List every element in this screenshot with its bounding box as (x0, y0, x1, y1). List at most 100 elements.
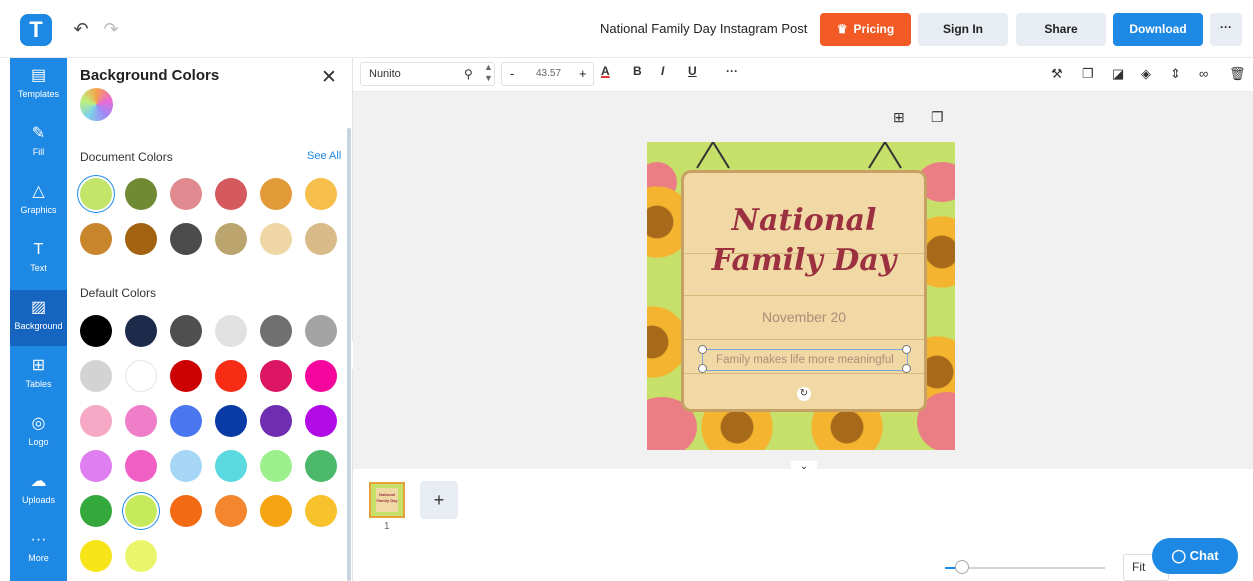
color-swatch[interactable] (215, 315, 247, 347)
color-swatch[interactable] (260, 178, 292, 210)
font-family-select[interactable]: Nunito ⚲ ▲ ▼ (360, 62, 495, 86)
color-swatch[interactable] (125, 450, 157, 482)
increase-size-button[interactable]: + (579, 66, 587, 81)
see-all-link[interactable]: See All (307, 150, 341, 162)
layer-icon[interactable]: ◪ (1112, 66, 1124, 82)
chat-button[interactable]: ◯ Chat (1152, 538, 1238, 574)
color-swatch[interactable] (260, 405, 292, 437)
sidebar-item-text[interactable]: T Text (10, 232, 67, 288)
align-icon[interactable]: ⇕ (1170, 66, 1181, 82)
rotate-icon[interactable]: ↻ (797, 387, 811, 401)
sidebar-item-fill[interactable]: ✎ Fill (10, 116, 67, 172)
more-text-options-button[interactable]: ··· (726, 64, 738, 78)
post-tagline[interactable]: Family makes life more meaningful (703, 350, 907, 370)
text-color-button[interactable]: A (601, 64, 610, 78)
trash-icon[interactable]: 🗑 (1229, 66, 1246, 82)
color-swatch[interactable] (125, 178, 157, 210)
color-swatch[interactable] (170, 178, 202, 210)
download-button[interactable]: Download (1113, 13, 1203, 46)
color-swatch[interactable] (80, 450, 112, 482)
gradient-color-picker[interactable] (80, 88, 113, 121)
color-swatch[interactable] (170, 495, 202, 527)
color-swatch[interactable] (125, 495, 157, 527)
color-swatch[interactable] (305, 450, 337, 482)
color-swatch[interactable] (80, 223, 112, 255)
app-logo[interactable]: T (20, 14, 52, 46)
page-thumbnail[interactable]: National Family Day (369, 482, 405, 518)
color-swatch[interactable] (305, 360, 337, 392)
resize-handle[interactable] (698, 364, 707, 373)
bold-button[interactable]: B (633, 64, 642, 78)
undo-icon[interactable]: ↶ (70, 18, 92, 40)
zoom-slider-handle[interactable] (955, 560, 969, 574)
color-swatch[interactable] (260, 223, 292, 255)
color-swatch[interactable] (215, 360, 247, 392)
resize-handle[interactable] (698, 345, 707, 354)
color-swatch[interactable] (125, 360, 157, 392)
font-size-value[interactable]: 43.57 (536, 68, 561, 79)
more-options-button[interactable]: ··· (1210, 13, 1242, 46)
add-element-icon[interactable]: ⊞ (893, 109, 905, 126)
color-swatch[interactable] (170, 405, 202, 437)
zoom-slider-track[interactable] (945, 567, 1105, 569)
post-title[interactable]: National Family Day (684, 201, 924, 281)
sidebar-item-more[interactable]: ··· More (10, 522, 67, 578)
panel-scrollbar[interactable] (347, 128, 351, 581)
color-swatch[interactable] (215, 178, 247, 210)
document-title[interactable]: National Family Day Instagram Post (600, 21, 807, 36)
color-swatch[interactable] (260, 360, 292, 392)
color-swatch[interactable] (80, 178, 112, 210)
color-swatch[interactable] (305, 315, 337, 347)
color-swatch[interactable] (215, 495, 247, 527)
color-swatch[interactable] (80, 405, 112, 437)
close-icon[interactable]: ✕ (321, 66, 337, 89)
sidebar-item-templates[interactable]: ▤ Templates (10, 58, 67, 114)
copy-page-icon[interactable]: ❐ (931, 109, 944, 126)
color-swatch[interactable] (170, 315, 202, 347)
post-date[interactable]: November 20 (684, 309, 924, 325)
color-swatch[interactable] (260, 450, 292, 482)
opacity-icon[interactable]: ◈ (1141, 66, 1151, 82)
color-swatch[interactable] (260, 315, 292, 347)
resize-handle[interactable] (902, 345, 911, 354)
paint-roller-icon[interactable]: ⚒ (1051, 66, 1063, 82)
color-swatch[interactable] (80, 360, 112, 392)
color-swatch[interactable] (170, 360, 202, 392)
share-button[interactable]: Share (1016, 13, 1106, 46)
italic-button[interactable]: I (661, 64, 664, 78)
color-swatch[interactable] (215, 223, 247, 255)
sign-in-button[interactable]: Sign In (918, 13, 1008, 46)
color-swatch[interactable] (305, 223, 337, 255)
color-swatch[interactable] (170, 223, 202, 255)
link-icon[interactable]: ∞ (1199, 66, 1208, 81)
color-swatch[interactable] (305, 405, 337, 437)
color-swatch[interactable] (80, 495, 112, 527)
color-swatch[interactable] (170, 450, 202, 482)
sidebar-item-uploads[interactable]: ☁ Uploads (10, 464, 67, 520)
color-swatch[interactable] (125, 540, 157, 572)
decrease-size-button[interactable]: - (510, 66, 514, 81)
sidebar-item-background[interactable]: ▨ Background (10, 290, 67, 346)
color-swatch[interactable] (260, 495, 292, 527)
sidebar-item-graphics[interactable]: △ Graphics (10, 174, 67, 230)
add-page-button[interactable]: + (420, 481, 458, 519)
color-swatch[interactable] (215, 450, 247, 482)
color-swatch[interactable] (305, 495, 337, 527)
selected-text-box[interactable]: Family makes life more meaningful (698, 345, 911, 373)
color-swatch[interactable] (125, 405, 157, 437)
color-swatch[interactable] (125, 223, 157, 255)
underline-button[interactable]: U (688, 64, 697, 78)
resize-handle[interactable] (902, 364, 911, 373)
sidebar-item-logo[interactable]: ◎ Logo (10, 406, 67, 462)
redo-icon[interactable]: ↷ (100, 18, 122, 40)
wooden-sign[interactable]: National Family Day November 20 Family m… (681, 170, 927, 412)
color-swatch[interactable] (215, 405, 247, 437)
design-canvas[interactable]: National Family Day November 20 Family m… (647, 142, 955, 450)
font-size-stepper[interactable]: - 43.57 + (501, 62, 594, 86)
color-swatch[interactable] (125, 315, 157, 347)
pricing-button[interactable]: ♛ Pricing (820, 13, 911, 46)
color-swatch[interactable] (305, 178, 337, 210)
color-swatch[interactable] (80, 315, 112, 347)
sidebar-item-tables[interactable]: ⊞ Tables (10, 348, 67, 404)
duplicate-icon[interactable]: ❐ (1082, 66, 1094, 82)
